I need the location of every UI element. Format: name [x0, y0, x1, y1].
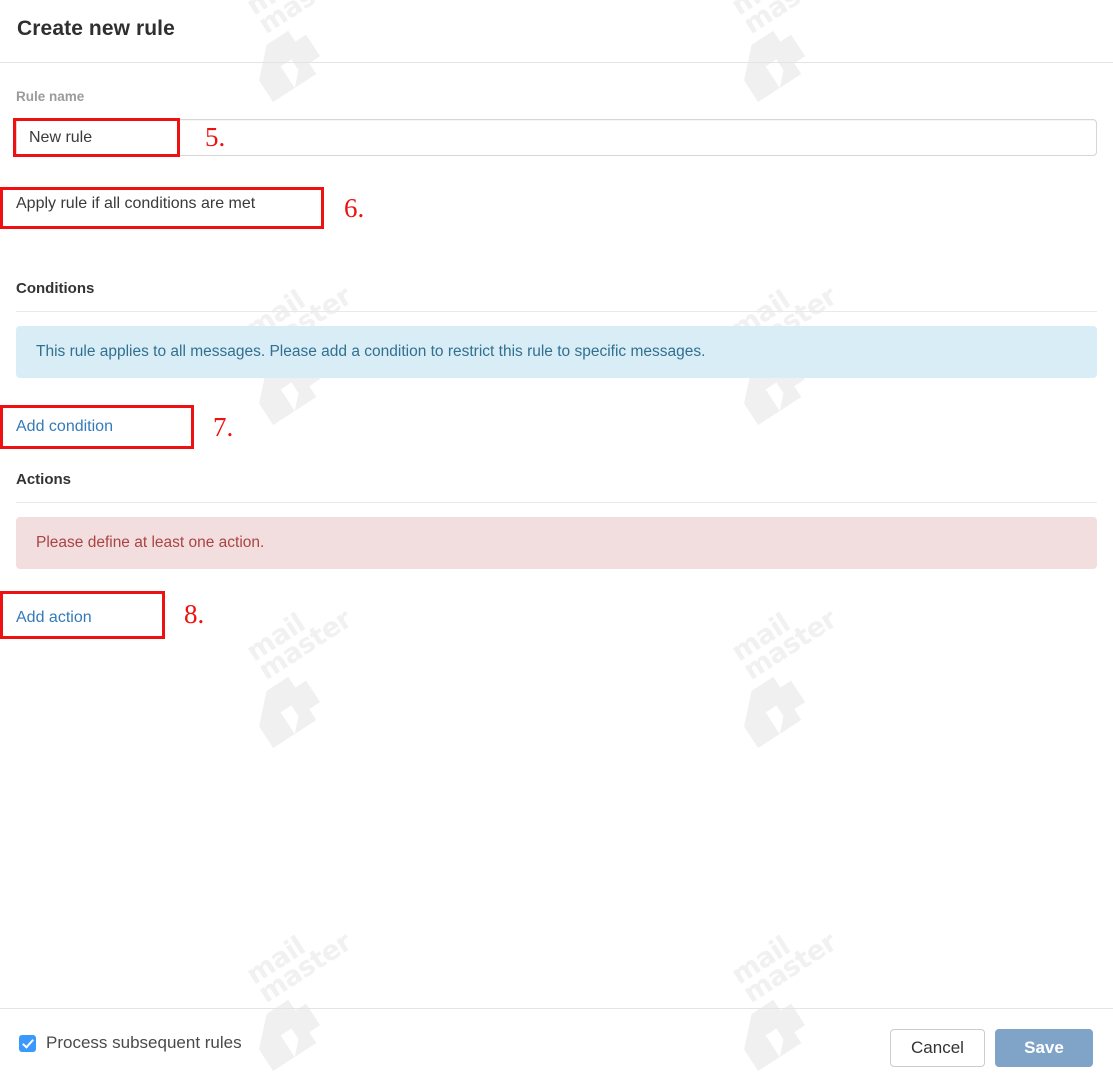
- rule-name-input[interactable]: [16, 119, 1097, 156]
- page-title: Create new rule: [17, 17, 175, 40]
- conditions-info-banner: This rule applies to all messages. Pleas…: [16, 326, 1097, 378]
- create-rule-dialog: mail master mail master mail master mail ma…: [0, 0, 1113, 1077]
- conditions-divider: [16, 311, 1097, 312]
- title-divider: [0, 62, 1113, 63]
- process-subsequent-rules-label: Process subsequent rules: [46, 1033, 242, 1052]
- cancel-button[interactable]: Cancel: [890, 1029, 985, 1067]
- footer-divider: [0, 1008, 1113, 1009]
- rule-name-label: Rule name: [16, 89, 85, 104]
- add-action-button[interactable]: Add action: [16, 609, 92, 627]
- save-button[interactable]: Save: [995, 1029, 1093, 1067]
- process-subsequent-rules-checkbox[interactable]: [19, 1034, 36, 1052]
- conditions-section-header: Conditions: [16, 280, 95, 297]
- add-condition-button[interactable]: Add condition: [16, 418, 113, 436]
- process-subsequent-rules-row[interactable]: Process subsequent rules: [19, 1033, 242, 1053]
- actions-section-header: Actions: [16, 471, 72, 488]
- dialog-content: Create new rule Rule name Apply rule if …: [0, 0, 1113, 1077]
- actions-error-banner: Please define at least one action.: [16, 517, 1097, 569]
- actions-divider: [16, 502, 1097, 503]
- apply-rule-condition-select[interactable]: Apply rule if all conditions are met: [16, 195, 255, 213]
- dialog-title-bar: Create new rule: [0, 0, 1113, 62]
